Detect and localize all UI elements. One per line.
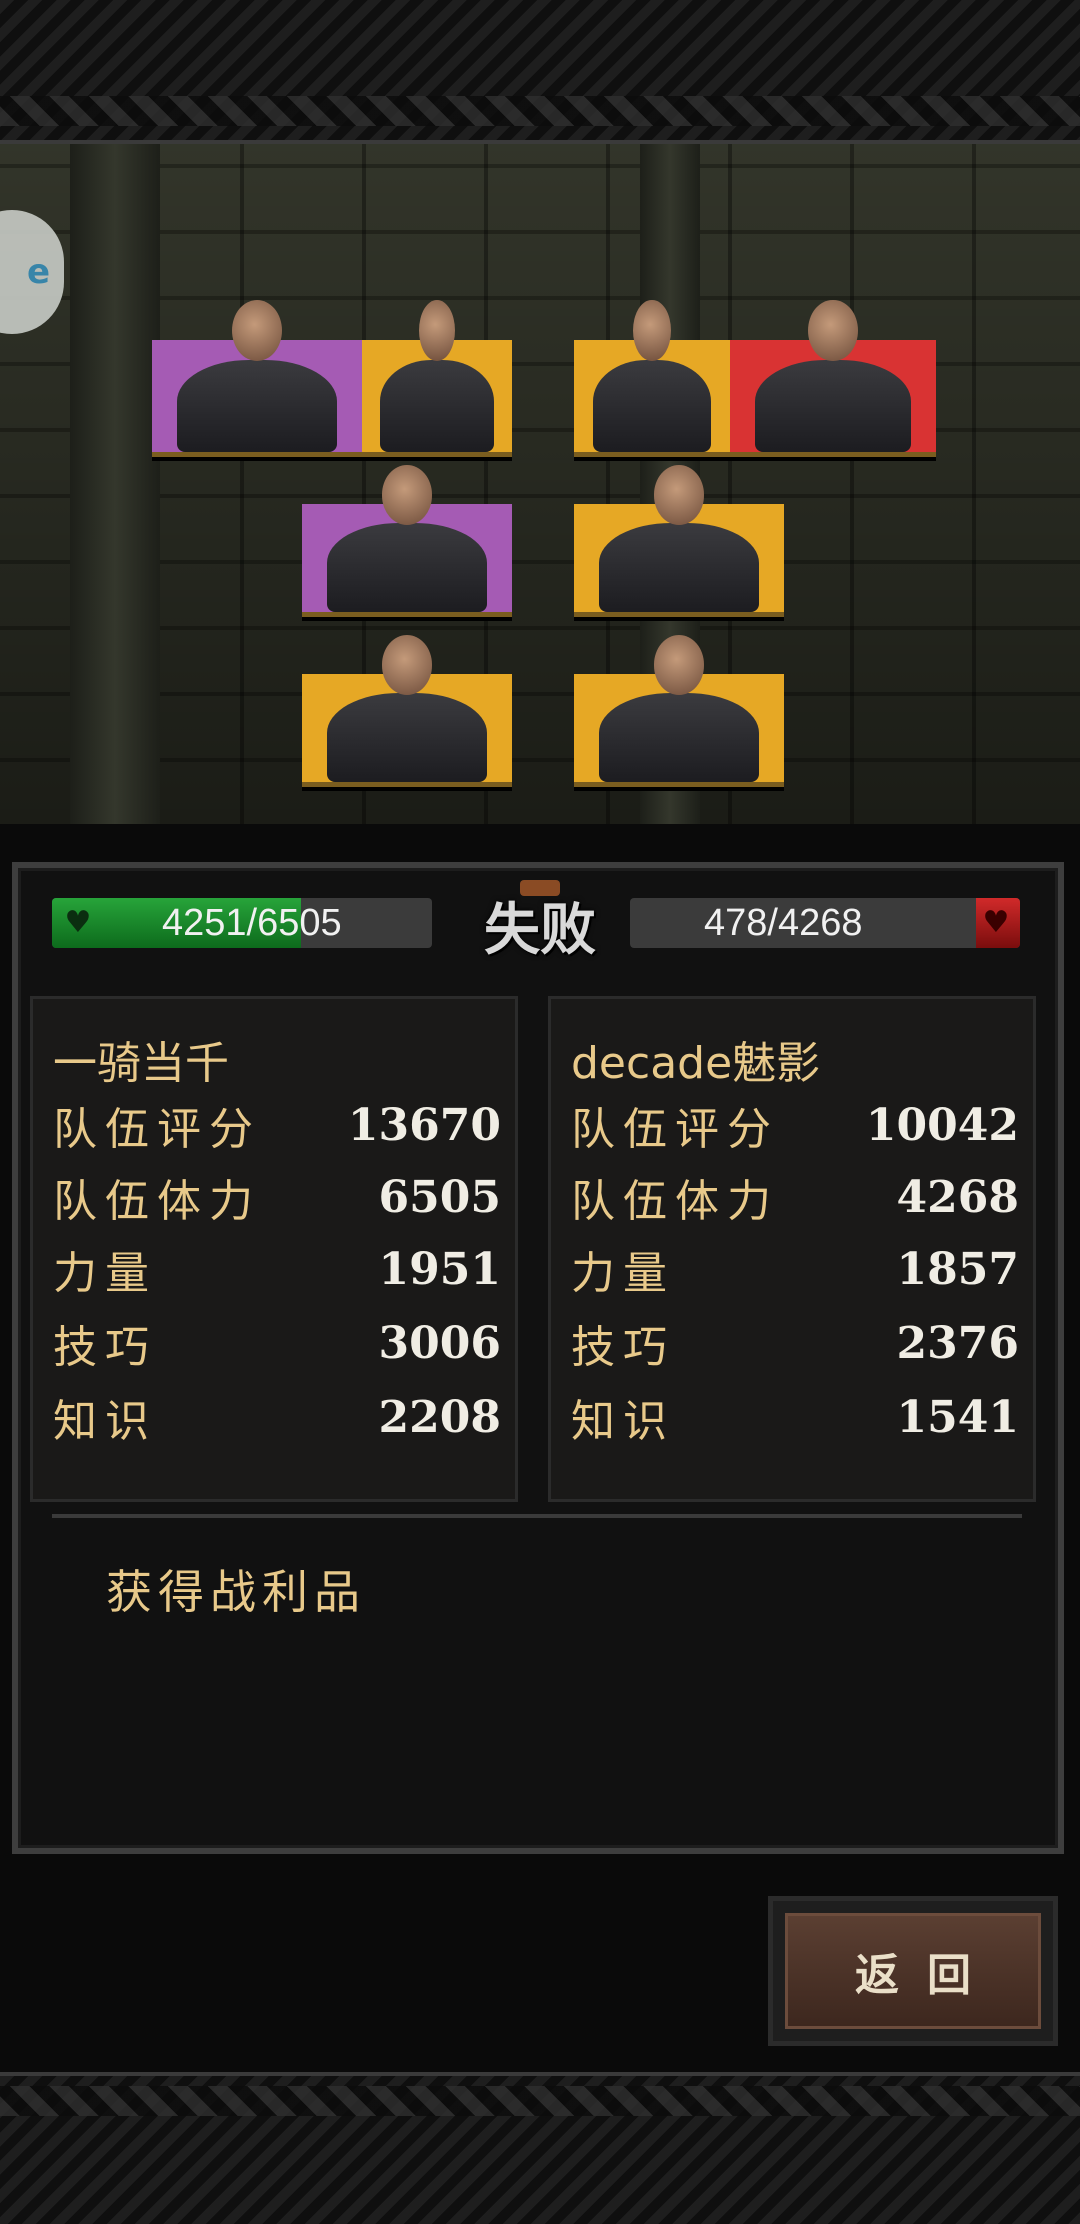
character-figure	[599, 693, 759, 782]
character-head	[381, 465, 433, 525]
stat-row: 知识 2208	[53, 1387, 501, 1448]
stat-row: 知识 1541	[571, 1387, 1019, 1448]
left-unit-card[interactable]	[152, 299, 362, 457]
stat-row: 队伍体力 6505	[53, 1167, 501, 1228]
right-unit-card[interactable]	[574, 635, 784, 787]
stat-label: 队伍评分	[571, 1104, 779, 1155]
right-team-name: decade魅影	[571, 1038, 821, 1089]
top-frame-border	[0, 0, 1080, 144]
bubble-logo: e	[26, 252, 50, 292]
character-head	[419, 299, 455, 362]
stat-row: 队伍体力 4268	[571, 1167, 1019, 1228]
section-divider	[52, 1514, 1022, 1518]
battle-result-title: 失败	[484, 897, 596, 963]
character-head	[381, 635, 433, 695]
left-team-name: 一骑当千	[53, 1038, 229, 1089]
character-figure	[177, 360, 337, 452]
character-head	[633, 299, 671, 362]
character-head	[808, 299, 858, 362]
bottom-frame-stripe	[0, 2086, 1080, 2116]
battle-scene	[0, 144, 1080, 824]
stat-row: 技巧 3006	[53, 1313, 501, 1374]
character-head	[231, 299, 283, 362]
stat-label: 力量	[53, 1248, 157, 1299]
stat-row: 力量 1857	[571, 1239, 1019, 1300]
back-button-label: 返回	[855, 1950, 999, 2001]
stat-label: 知识	[53, 1396, 157, 1447]
right-unit-card[interactable]	[730, 299, 936, 457]
left-hp-text: 4251/6505	[162, 902, 342, 944]
stat-label: 技巧	[53, 1322, 157, 1373]
character-head	[653, 465, 705, 525]
left-hp-bar: ♥ 4251/6505	[52, 898, 432, 948]
right-hp-bar: 478/4268 ♥	[630, 898, 1020, 948]
left-team-stats: 一骑当千 队伍评分 13670 队伍体力 6505 力量 1951 技巧 3006 知识…	[30, 996, 518, 1502]
stat-label: 知识	[571, 1396, 675, 1447]
left-unit-card[interactable]	[302, 465, 512, 617]
wall-bricks	[0, 144, 1080, 824]
right-unit-card[interactable]	[574, 299, 730, 457]
heart-icon: ♥	[982, 905, 1010, 940]
stat-value: 1541	[896, 1391, 1019, 1443]
stat-value: 1951	[378, 1243, 501, 1295]
stat-label: 力量	[571, 1248, 675, 1299]
stat-row: 队伍评分 10042	[571, 1095, 1019, 1156]
right-unit-card[interactable]	[574, 465, 784, 617]
stat-value: 4268	[896, 1171, 1019, 1223]
stat-label: 技巧	[571, 1322, 675, 1373]
stat-value: 1857	[896, 1243, 1019, 1295]
character-figure	[599, 523, 759, 612]
character-figure	[327, 693, 487, 782]
stat-row: 队伍评分 13670	[53, 1095, 501, 1156]
stat-value: 10042	[865, 1099, 1019, 1151]
character-figure	[754, 360, 912, 452]
stat-value: 2376	[896, 1317, 1019, 1369]
stat-label: 队伍体力	[53, 1176, 261, 1227]
stat-value: 2208	[378, 1391, 501, 1443]
left-unit-card[interactable]	[302, 635, 512, 787]
stat-row: 技巧 2376	[571, 1313, 1019, 1374]
character-figure	[380, 360, 494, 452]
right-hp-text: 478/4268	[704, 902, 863, 944]
top-frame-stripe	[0, 96, 1080, 126]
character-head	[653, 635, 705, 695]
left-unit-card[interactable]	[362, 299, 512, 457]
scene-pillar	[70, 144, 160, 824]
stat-row: 力量 1951	[53, 1239, 501, 1300]
back-button[interactable]: 返回	[768, 1896, 1058, 2046]
stat-label: 队伍评分	[53, 1104, 261, 1155]
stat-value: 6505	[378, 1171, 501, 1223]
right-team-stats: decade魅影 队伍评分 10042 队伍体力 4268 力量 1857 技巧 237…	[548, 996, 1036, 1502]
stat-value: 13670	[347, 1099, 501, 1151]
bottom-frame-border	[0, 2072, 1080, 2224]
back-button-face[interactable]: 返回	[785, 1913, 1041, 2029]
character-figure	[327, 523, 487, 612]
character-figure	[592, 360, 712, 452]
loot-section-label: 获得战利品	[106, 1565, 366, 1619]
heart-icon: ♥	[64, 905, 92, 940]
stat-value: 3006	[378, 1317, 501, 1369]
stat-label: 队伍体力	[571, 1176, 779, 1227]
